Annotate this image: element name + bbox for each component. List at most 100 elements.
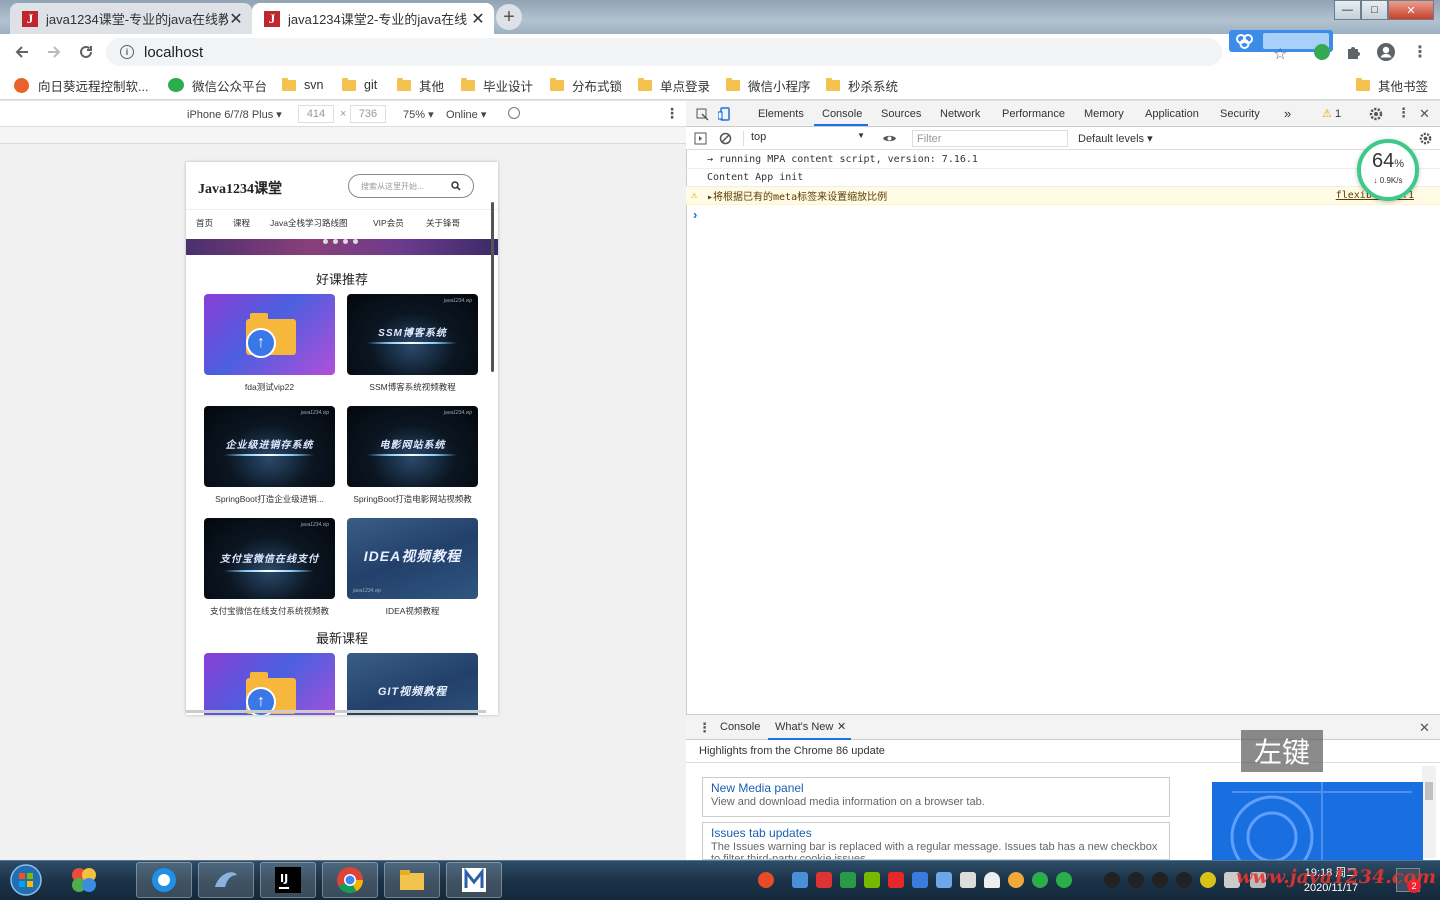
nav-about[interactable]: 关于锋哥 [426,217,460,229]
devtools-tab-application[interactable]: Application [1145,108,1199,120]
bookmark-sunflower[interactable]: 向日葵远程控制软... [14,76,148,94]
site-info-icon[interactable]: i [120,45,134,59]
tray-nvidia-icon[interactable] [864,872,880,888]
tray-s-icon[interactable] [888,872,904,888]
extensions-puzzle-icon[interactable] [1345,43,1363,61]
tab-close-icon[interactable]: ✕ [228,9,244,29]
start-button[interactable] [4,862,48,898]
devtools-tab-performance[interactable]: Performance [1002,108,1065,120]
tray-p-icon[interactable] [912,872,928,888]
devtools-tab-security[interactable]: Security [1220,108,1260,120]
course-card[interactable]: ↑ fda测试vip22 [204,294,335,393]
course-card[interactable]: java1234.vip 支付宝微信在线支付 支付宝微信在线支付系统视频教 [204,518,335,617]
bookmark-git[interactable]: git [342,76,377,94]
taskbar-app-intellij[interactable]: IJ [260,862,316,898]
address-bar[interactable]: i localhost [106,38,1222,66]
bookmark-seckill[interactable]: 秒杀系统 [826,76,898,94]
device-select[interactable]: iPhone 6/7/8 Plus ▾ [187,108,282,121]
device-toggle-icon[interactable] [718,107,731,121]
bookmark-wechat-mp[interactable]: 微信公众平台 [168,76,267,94]
bookmark-sso[interactable]: 单点登录 [638,76,710,94]
browser-menu-icon[interactable]: ⋮ [1412,42,1428,62]
bookmark-miniprogram[interactable]: 微信小程序 [726,76,811,94]
devtools-menu-icon[interactable]: ⋮ [1397,105,1410,121]
taskbar-app-editor[interactable] [446,862,502,898]
console-settings-gear-icon[interactable] [1419,132,1432,145]
taskbar-app-explorer[interactable] [384,862,440,898]
tray-red-app-icon[interactable] [816,872,832,888]
console-message-text[interactable]: ▸将根据已有的meta标签来设置缩放比例 [707,188,887,203]
reload-button[interactable] [76,42,96,62]
drawer-close-icon[interactable]: ✕ [1419,720,1430,736]
log-levels-select[interactable]: Default levels ▾ [1078,132,1153,145]
bookmark-graduation[interactable]: 毕业设计 [461,76,533,94]
tray-sogou-icon[interactable] [758,872,774,888]
drawer-tab-close-icon[interactable]: ✕ [837,720,846,733]
course-card[interactable]: IDEA视频教程 java1234.vip IDEA视频教程 [347,518,478,617]
site-search-input[interactable]: 搜索从这里开始... [348,174,474,198]
tray-qq-icon-4[interactable] [1176,872,1192,888]
profile-avatar-icon[interactable] [1376,42,1396,62]
tray-qq-icon-1[interactable] [1104,872,1120,888]
new-tab-button[interactable]: + [496,4,522,30]
extension-green-icon[interactable] [1314,44,1330,60]
devtools-more-tabs[interactable]: » [1284,106,1291,121]
devtools-tab-memory[interactable]: Memory [1084,108,1124,120]
carousel-dot[interactable] [343,239,348,244]
maximize-button[interactable]: □ [1361,0,1388,20]
browser-tab-1[interactable]: J java1234课堂-专业的java在线教 ✕ [10,3,252,34]
tray-wechat-icon[interactable] [1032,872,1048,888]
devtools-close-icon[interactable]: ✕ [1419,106,1430,122]
warning-count[interactable]: 1 [1335,108,1341,120]
console-filter-input[interactable]: Filter [912,130,1068,147]
back-button[interactable] [12,42,32,62]
feature-title[interactable]: Issues tab updates [711,826,1161,840]
drawer-tab-whats-new[interactable]: What's New [775,721,833,733]
tray-cube-icon[interactable] [792,872,808,888]
feature-card[interactable]: New Media panel View and download media … [702,777,1170,817]
live-expression-eye-icon[interactable] [882,133,897,144]
devtools-tab-network[interactable]: Network [940,108,980,120]
device-more-icon[interactable]: ⋮ [665,105,679,122]
tray-network-icon[interactable] [960,872,976,888]
devtools-tab-sources[interactable]: Sources [881,108,921,120]
devtools-tab-console[interactable]: Console [822,108,862,120]
site-banner-carousel[interactable] [186,239,498,255]
tray-qq-icon-2[interactable] [1128,872,1144,888]
carousel-dot[interactable] [333,239,338,244]
forward-button[interactable] [44,42,64,62]
zoom-select[interactable]: 75% ▾ [403,108,434,121]
taskbar-app-qq-browser[interactable] [136,862,192,898]
tray-bell-icon[interactable] [984,872,1000,888]
course-card[interactable]: ↑ [204,653,335,715]
tray-qq-icon-3[interactable] [1152,872,1168,888]
clear-console-icon[interactable] [719,132,732,145]
console-prompt[interactable]: › [693,207,697,222]
sidebar-toggle-icon[interactable] [694,132,707,145]
nav-home[interactable]: 首页 [196,217,213,229]
phone-h-scrollbar[interactable] [186,710,486,713]
taskbar-app-chrome[interactable] [322,862,378,898]
settings-gear-icon[interactable] [1369,107,1383,121]
bookmark-other[interactable]: 其他 [397,76,444,94]
feature-title[interactable]: New Media panel [711,781,1161,795]
feature-card[interactable]: Issues tab updates The Issues warning ba… [702,822,1170,860]
context-select[interactable]: top ▼ [743,131,869,146]
course-card[interactable]: java1234.vip 电影网站系统 SpringBoot打造电影网站视频教 [347,406,478,505]
tab-close-icon[interactable]: ✕ [470,9,486,29]
device-width-input[interactable]: 414 [298,105,334,123]
close-window-button[interactable]: ✕ [1388,0,1434,20]
rotate-icon[interactable] [508,107,520,119]
carousel-dot[interactable] [323,239,328,244]
taskbar-app-dolphin[interactable] [198,862,254,898]
course-card[interactable]: java1234.vip 企业级进销存系统 SpringBoot打造企业级进销.… [204,406,335,505]
site-logo[interactable]: Java1234课堂 [198,178,282,198]
tray-cloud-icon[interactable] [936,872,952,888]
nav-vip[interactable]: VIP会员 [373,217,404,229]
network-throttle-select[interactable]: Online ▾ [446,108,486,121]
taskbar-app-colorful[interactable] [56,862,112,898]
drawer-menu-icon[interactable]: ⋮ [698,720,711,736]
bookmark-distributed-lock[interactable]: 分布式锁 [550,76,622,94]
drawer-tab-console[interactable]: Console [720,721,760,733]
drawer-scrollbar[interactable] [1422,766,1436,858]
